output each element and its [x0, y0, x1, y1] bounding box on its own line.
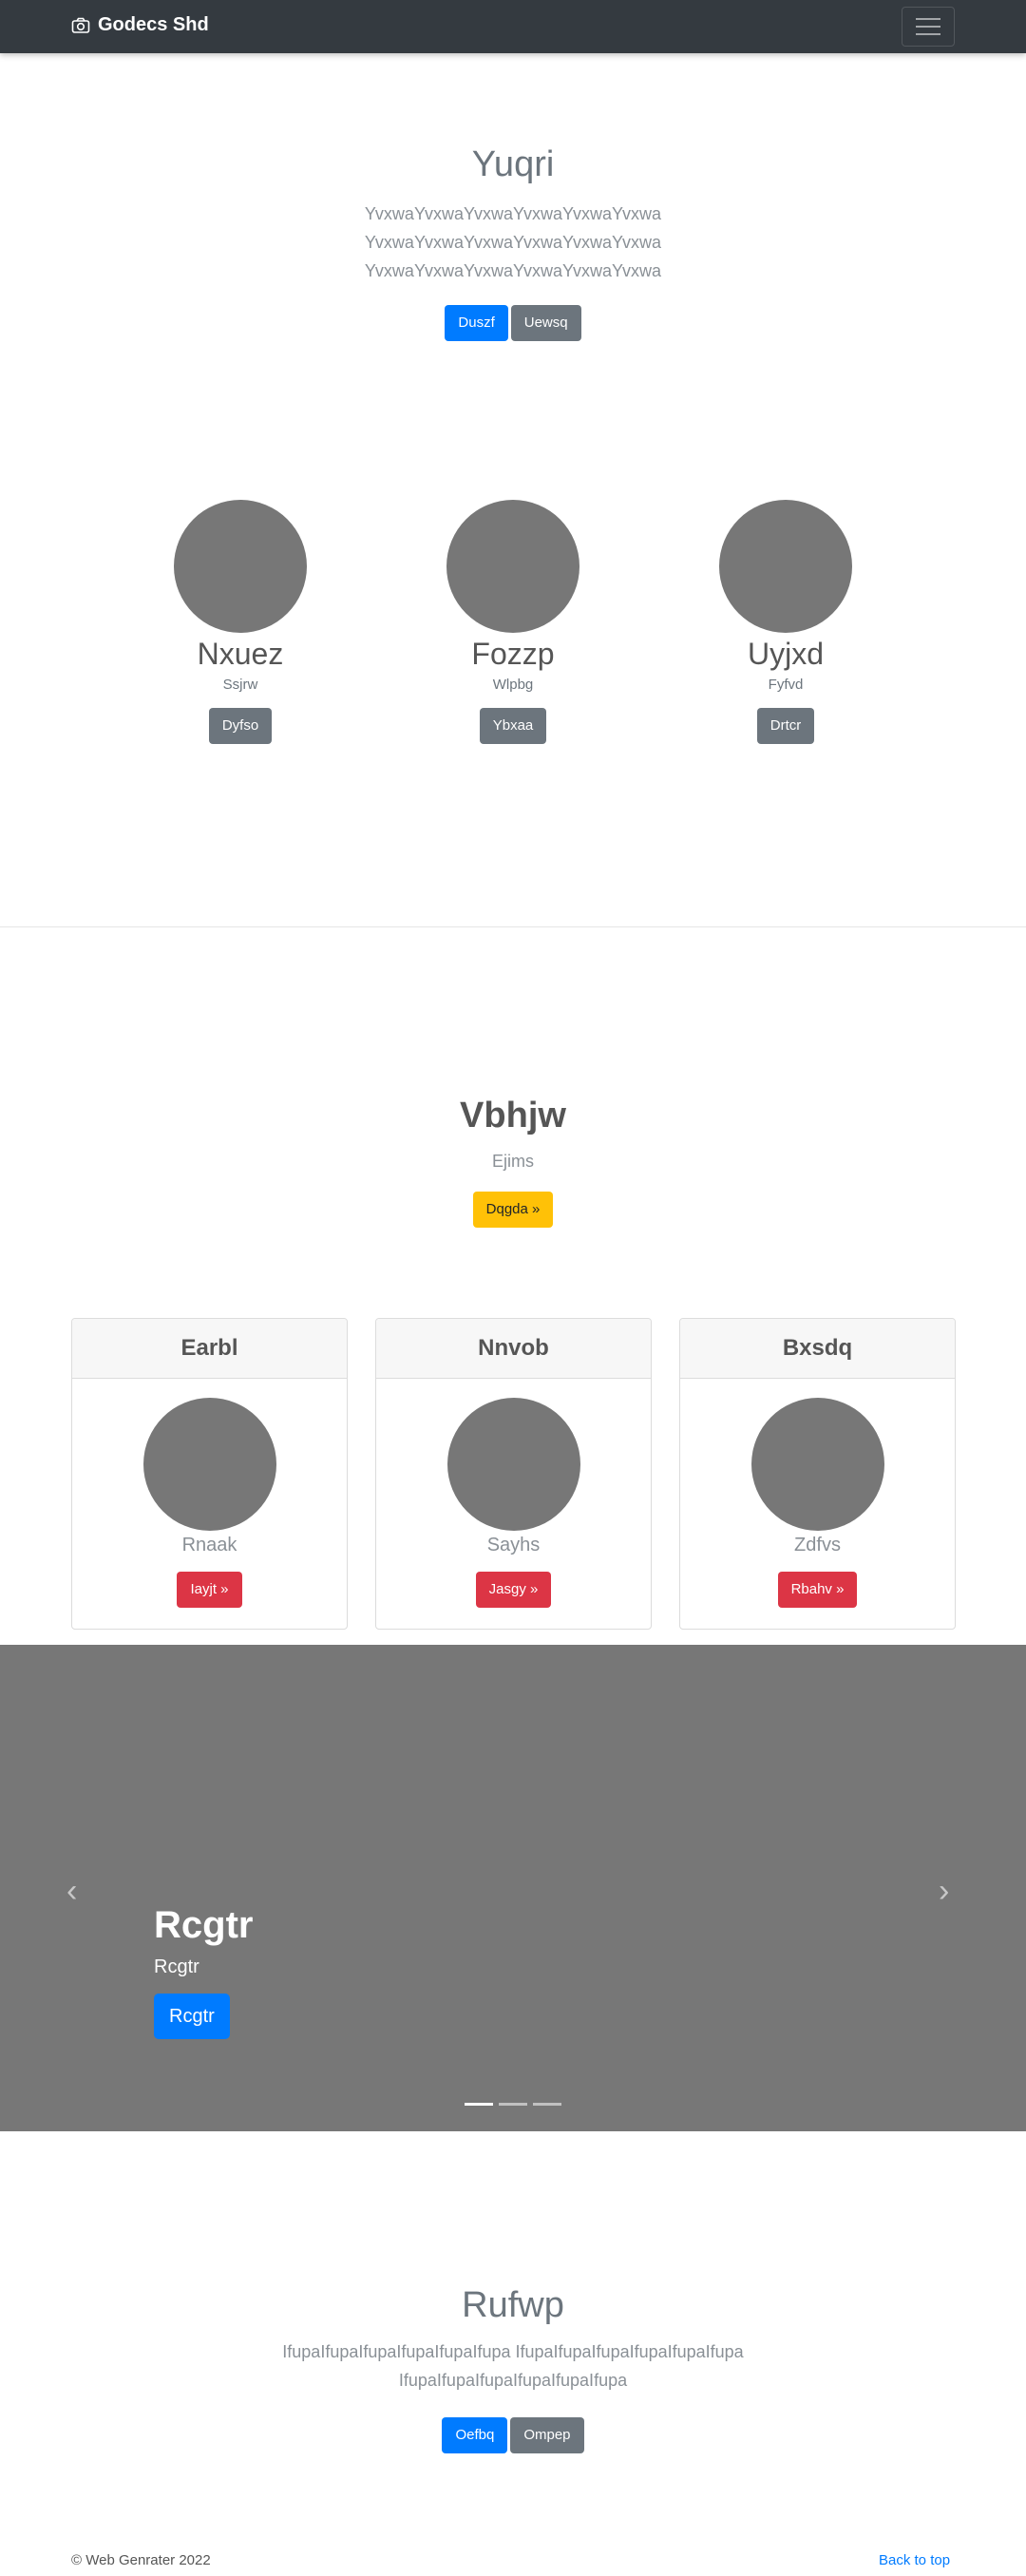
carousel-button[interactable]: Rcgtr: [154, 1994, 230, 2039]
profile-button[interactable]: Drtcr: [756, 708, 815, 744]
chevron-left-icon[interactable]: ‹: [66, 1873, 77, 1910]
bottom-title: Rufwp: [462, 2285, 564, 2325]
profile-subtitle: Fyfvd: [768, 677, 804, 693]
hero-line: YvxwaYvxwaYvxwaYvxwaYvxwaYvxwa: [364, 233, 662, 252]
bottom-primary-button[interactable]: Oefbq: [442, 2417, 508, 2453]
profile-item: Uyjxd Fyfvd Drtcr: [691, 500, 881, 744]
card-name: Zdfvs: [794, 1535, 841, 1555]
carousel-text: Rcgtr: [154, 1956, 200, 1977]
profile-name: Nxuez: [197, 637, 284, 671]
card-name: Rnaak: [181, 1535, 238, 1555]
card-button[interactable]: Rbahv »: [777, 1572, 858, 1608]
profile-image: [719, 500, 852, 633]
card: Nnvob Sayhs Jasgy »: [375, 1318, 652, 1630]
carousel-indicator[interactable]: [533, 2103, 561, 2106]
navbar: Godecs Shd: [0, 0, 1026, 53]
carousel-caption: Rcgtr Rcgtr Rcgtr: [154, 1904, 253, 2039]
hero-buttons: Duszf Uewsq: [0, 305, 1026, 341]
hero-title: Yuqri: [471, 144, 555, 184]
profile-name: Uyjxd: [747, 637, 824, 671]
hero-line: YvxwaYvxwaYvxwaYvxwaYvxwaYvxwa: [364, 261, 662, 280]
card: Earbl Rnaak Iayjt »: [71, 1318, 348, 1630]
profile-subtitle: Wlpbg: [492, 677, 534, 693]
hero-line: YvxwaYvxwaYvxwaYvxwaYvxwaYvxwa: [364, 204, 662, 223]
navbar-toggler-button[interactable]: [902, 7, 955, 47]
profile-item: Nxuez Ssjrw Dyfso: [145, 500, 335, 744]
profile-subtitle: Ssjrw: [222, 677, 258, 693]
section-subtitle: Ejims: [492, 1152, 534, 1171]
profile-name: Fozzp: [471, 637, 555, 671]
bottom-lead: IfupaIfupaIfupaIfupaIfupaIfupa IfupaIfup…: [0, 2337, 1026, 2395]
card-header: Nnvob: [376, 1319, 651, 1379]
carousel-indicator[interactable]: [499, 2103, 527, 2106]
section-button-wrap: Dqgda »: [0, 1192, 1026, 1228]
bottom-buttons: Oefbq Ompep: [0, 2417, 1026, 2453]
card-image: [750, 1398, 884, 1531]
chevron-right-icon[interactable]: ›: [939, 1873, 949, 1910]
section-divider: [0, 926, 1026, 927]
bottom-secondary-button[interactable]: Ompep: [510, 2417, 584, 2453]
hero-secondary-button[interactable]: Uewsq: [510, 305, 581, 341]
card-body: Zdfvs Rbahv »: [680, 1379, 955, 1608]
carousel-title: Rcgtr: [154, 1904, 254, 1946]
carousel-indicator[interactable]: [465, 2103, 493, 2106]
footer-copyright: © Web Genrater 2022: [71, 2552, 211, 2568]
bottom-line: IfupaIfupaIfupaIfupaIfupaIfupa IfupaIfup…: [282, 2342, 744, 2361]
card-body: Sayhs Jasgy »: [376, 1379, 651, 1608]
profile-image: [174, 500, 307, 633]
section-button[interactable]: Dqgda »: [472, 1192, 554, 1228]
profile-item: Fozzp Wlpbg Ybxaa: [418, 500, 608, 744]
card-button[interactable]: Iayjt »: [177, 1572, 242, 1608]
card-image: [446, 1398, 580, 1531]
navbar-brand[interactable]: Godecs Shd: [71, 14, 209, 36]
card-name: Sayhs: [486, 1535, 541, 1555]
hero-primary-button[interactable]: Duszf: [445, 305, 508, 341]
brand-label: Godecs Shd: [98, 14, 209, 35]
profile-image: [446, 500, 580, 633]
carousel-indicators: [0, 2103, 1026, 2106]
hero-lead: YvxwaYvxwaYvxwaYvxwaYvxwaYvxwa YvxwaYvxw…: [0, 200, 1026, 285]
camera-icon: [71, 17, 90, 33]
card-body: Rnaak Iayjt »: [72, 1379, 347, 1608]
card: Bxsdq Zdfvs Rbahv »: [679, 1318, 956, 1630]
profile-button[interactable]: Ybxaa: [479, 708, 547, 744]
card-button[interactable]: Jasgy »: [475, 1572, 552, 1608]
card-header: Earbl: [72, 1319, 347, 1379]
section-title: Vbhjw: [460, 1096, 566, 1135]
profile-button[interactable]: Dyfso: [208, 708, 273, 744]
carousel: ‹ › Rcgtr Rcgtr Rcgtr: [0, 1645, 1026, 2131]
bottom-line: IfupaIfupaIfupaIfupaIfupaIfupa: [398, 2371, 628, 2390]
back-to-top-link[interactable]: Back to top: [879, 2552, 950, 2568]
card-header: Bxsdq: [680, 1319, 955, 1379]
card-image: [142, 1398, 276, 1531]
hamburger-icon: [916, 18, 940, 20]
